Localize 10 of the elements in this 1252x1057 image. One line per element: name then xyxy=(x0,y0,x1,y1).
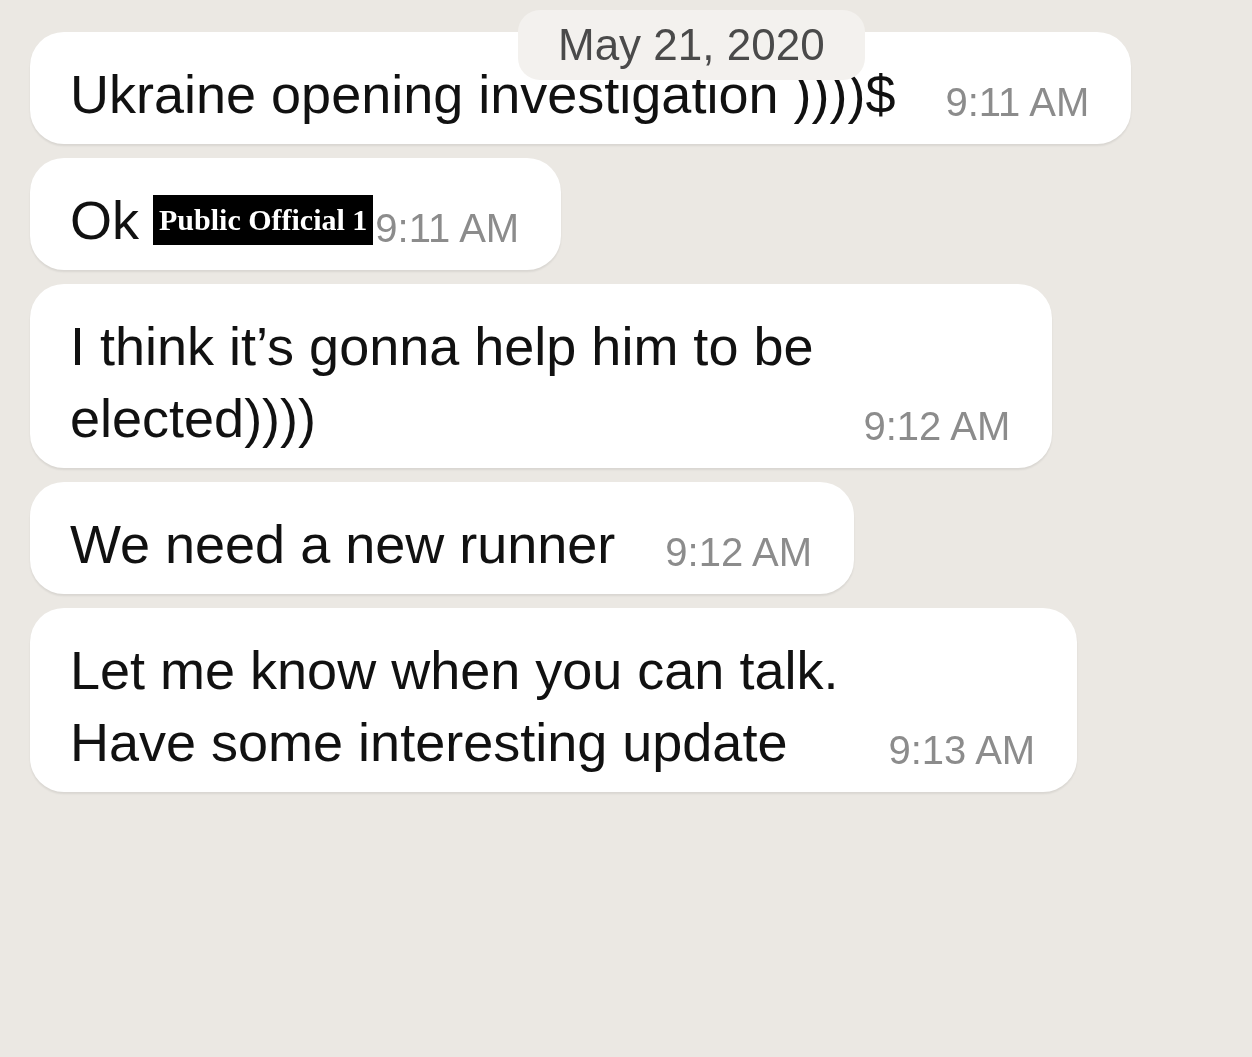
message-text: We need a new runner xyxy=(70,513,616,576)
message-text: Let me know when you can talk. Have some interesting update xyxy=(70,639,839,774)
message-time: 9:11 AM xyxy=(944,79,1090,126)
message-time: 9:12 AM xyxy=(664,529,813,576)
redaction-label: Public Official 1 xyxy=(153,195,374,245)
message-text: Ok xyxy=(70,189,139,252)
message-time: 9:11 AM xyxy=(375,205,520,252)
message-text: I think it’s gonna help him to be elected)))) xyxy=(70,315,814,450)
message-time: 9:12 AM xyxy=(862,403,1011,450)
message-time: 9:13 AM xyxy=(887,727,1036,774)
